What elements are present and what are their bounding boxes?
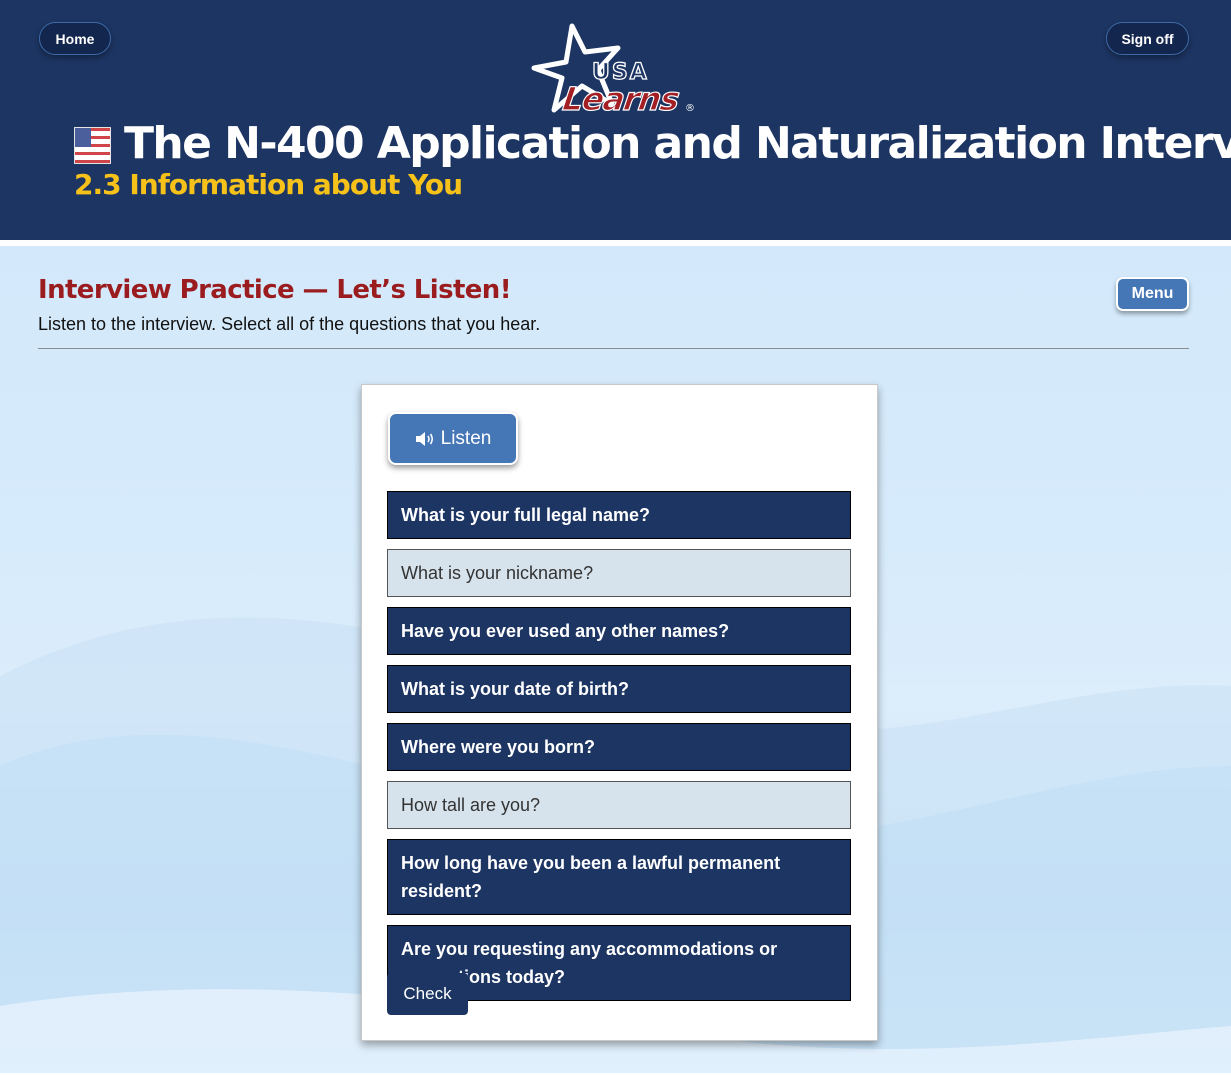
menu-button[interactable]: Menu	[1116, 277, 1189, 311]
listen-button[interactable]: Listen	[388, 412, 518, 465]
question-option[interactable]: How long have you been a lawful permanen…	[387, 839, 851, 915]
home-button[interactable]: Home	[39, 22, 111, 55]
question-option[interactable]: Where were you born?	[387, 723, 851, 771]
question-list: What is your full legal name? What is yo…	[387, 491, 851, 1011]
site-header: Home USA Learns ® Sign off The N-400 App…	[0, 0, 1231, 240]
logo-learns-text: Learns	[561, 80, 682, 117]
page-title: The N-400 Application and Naturalization…	[124, 118, 1231, 169]
divider	[38, 348, 1189, 349]
activity-title: Interview Practice — Let’s Listen!	[38, 275, 512, 305]
question-option[interactable]: What is your date of birth?	[387, 665, 851, 713]
logo-registered-mark: ®	[685, 103, 695, 114]
practice-card: Listen What is your full legal name? Wha…	[361, 384, 878, 1041]
lesson-subtitle: 2.3 Information about You	[74, 168, 463, 201]
question-option[interactable]: Have you ever used any other names?	[387, 607, 851, 655]
us-flag-icon	[74, 127, 111, 164]
question-option[interactable]: How tall are you?	[387, 781, 851, 829]
activity-area: Interview Practice — Let’s Listen! Liste…	[0, 246, 1231, 1075]
check-button[interactable]: Check	[387, 973, 468, 1015]
page-title-row: The N-400 Application and Naturalization…	[74, 118, 1231, 169]
question-option[interactable]: What is your nickname?	[387, 549, 851, 597]
sign-off-button[interactable]: Sign off	[1106, 22, 1189, 55]
activity-instructions: Listen to the interview. Select all of t…	[38, 314, 541, 334]
speaker-icon	[415, 431, 433, 446]
usa-learns-logo[interactable]: USA Learns ®	[530, 22, 700, 117]
listen-label: Listen	[440, 427, 492, 449]
question-option[interactable]: What is your full legal name?	[387, 491, 851, 539]
